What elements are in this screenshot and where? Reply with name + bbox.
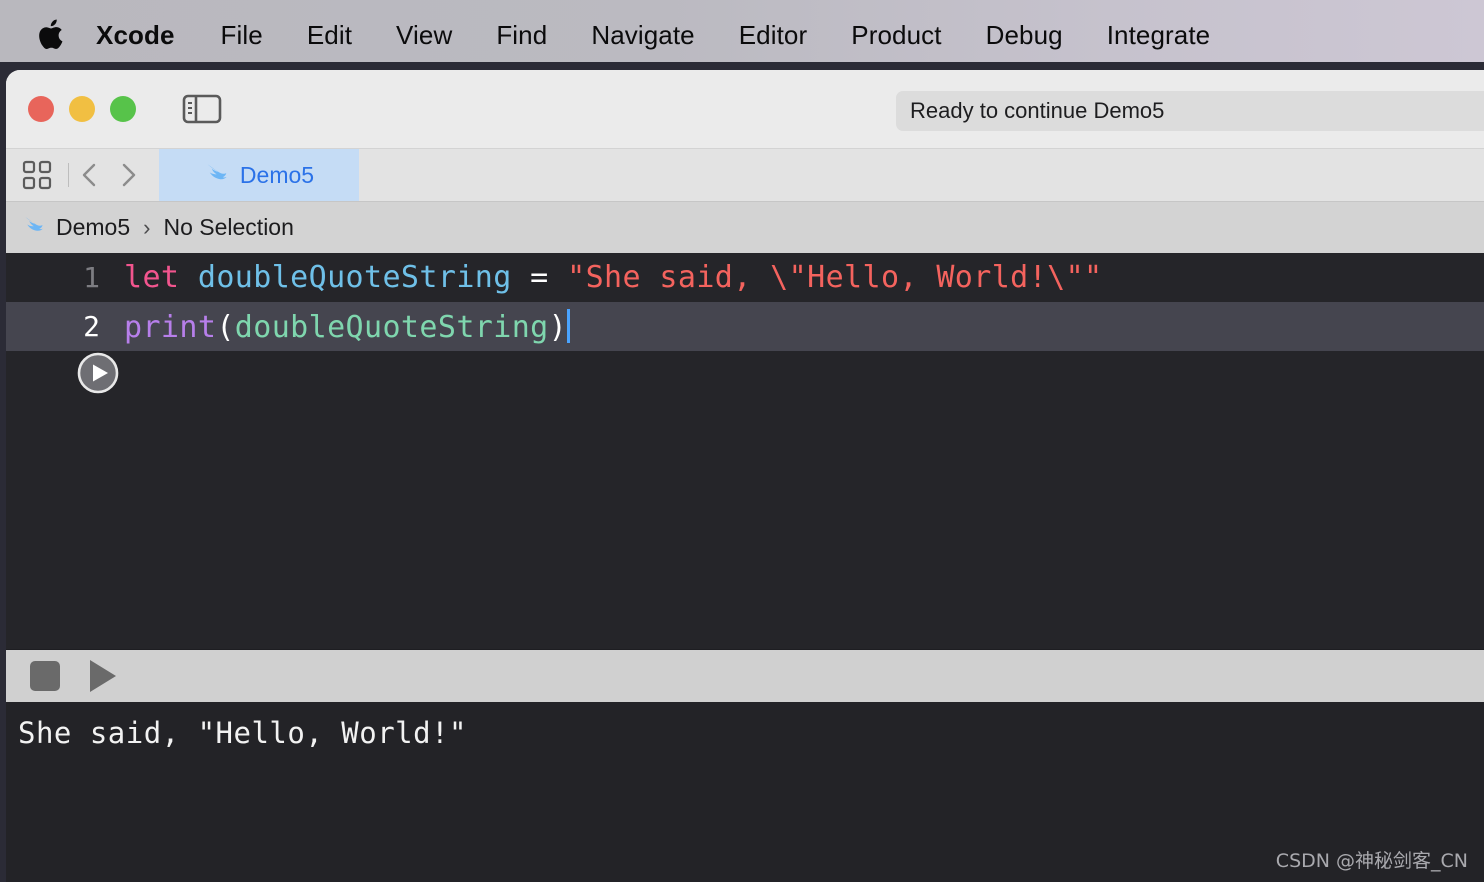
code-token-keyword: let: [124, 260, 180, 295]
tab-label: Demo5: [239, 161, 315, 188]
stop-square-icon[interactable]: [30, 661, 60, 691]
console-output[interactable]: She said, "Hello, World!" CSDN @神秘剑客_CN: [6, 702, 1484, 882]
editor-tab-bar: Demo5: [6, 148, 1484, 201]
menu-item-edit[interactable]: Edit: [307, 20, 352, 51]
code-line[interactable]: 2 print(doubleQuoteString): [6, 302, 1484, 351]
code-token-paren-close: ): [548, 309, 568, 345]
tab-demo5[interactable]: Demo5: [159, 149, 359, 201]
code-token-identifier: doubleQuoteString: [197, 260, 512, 295]
menu-item-view[interactable]: View: [396, 20, 452, 51]
code-editor[interactable]: 1 let doubleQuoteString = "She said, \"H…: [6, 253, 1484, 649]
watermark: CSDN @神秘剑客_CN: [1275, 850, 1468, 872]
macos-menu-bar: Xcode File Edit View Find Navigate Edito…: [0, 0, 1484, 70]
minimize-button[interactable]: [69, 96, 95, 122]
line-number: 2: [83, 310, 100, 343]
maximize-button[interactable]: [110, 96, 136, 122]
breadcrumb: Demo5 › No Selection: [6, 201, 1484, 253]
tabbar-empty-space: [359, 149, 1484, 201]
code-token-operator: =: [511, 260, 568, 295]
menu-item-file[interactable]: File: [221, 20, 263, 51]
code-token-variable: doubleQuoteString: [234, 309, 549, 345]
status-bar[interactable]: Ready to continue Demo5: [896, 91, 1484, 131]
code-token-paren-open: (: [216, 309, 235, 345]
play-triangle-icon[interactable]: [90, 660, 116, 692]
window-titlebar: Ready to continue Demo5: [6, 70, 1484, 148]
line-number: 1: [83, 261, 100, 294]
code-line-content: print(doubleQuoteString): [124, 308, 571, 345]
chevron-right-icon[interactable]: [109, 149, 149, 201]
apple-logo-icon[interactable]: [34, 15, 68, 55]
console-line: She said, "Hello, World!": [18, 716, 467, 750]
menu-item-integrate[interactable]: Integrate: [1107, 20, 1211, 51]
code-token-string: "She said, \"Hello, World!\"": [567, 260, 1103, 295]
debug-toolbar: [6, 649, 1484, 702]
code-line[interactable]: 1 let doubleQuoteString = "She said, \"H…: [6, 253, 1484, 302]
chevron-left-icon[interactable]: [69, 149, 109, 201]
menu-item-product[interactable]: Product: [851, 20, 941, 51]
menu-item-editor[interactable]: Editor: [739, 20, 808, 51]
code-token-function: print: [124, 309, 217, 345]
code-line-content: let doubleQuoteString = "She said, \"Hel…: [124, 260, 1103, 295]
menu-item-debug[interactable]: Debug: [986, 20, 1063, 51]
menu-item-navigate[interactable]: Navigate: [591, 20, 694, 51]
text-cursor: [567, 308, 571, 343]
tab-grid-icon[interactable]: [6, 149, 68, 201]
status-text: Ready to continue Demo5: [910, 98, 1165, 123]
sidebar-toggle-icon[interactable]: [181, 92, 223, 126]
menu-item-find[interactable]: Find: [496, 20, 547, 51]
breadcrumb-selection[interactable]: No Selection: [163, 214, 293, 241]
close-button[interactable]: [28, 96, 54, 122]
breadcrumb-file[interactable]: Demo5: [56, 214, 130, 241]
xcode-main-window: Ready to continue Demo5 Demo5 Demo5 › No…: [6, 70, 1484, 882]
traffic-lights: [28, 96, 151, 122]
swift-bird-icon: [22, 213, 46, 242]
breadcrumb-separator: ›: [143, 214, 151, 240]
swift-bird-icon: [204, 160, 230, 191]
xcode-window-screenshot: Xcode File Edit View Find Navigate Edito…: [0, 0, 1484, 882]
playground-run-icon[interactable]: [76, 351, 120, 395]
menu-item-xcode[interactable]: Xcode: [96, 20, 175, 51]
